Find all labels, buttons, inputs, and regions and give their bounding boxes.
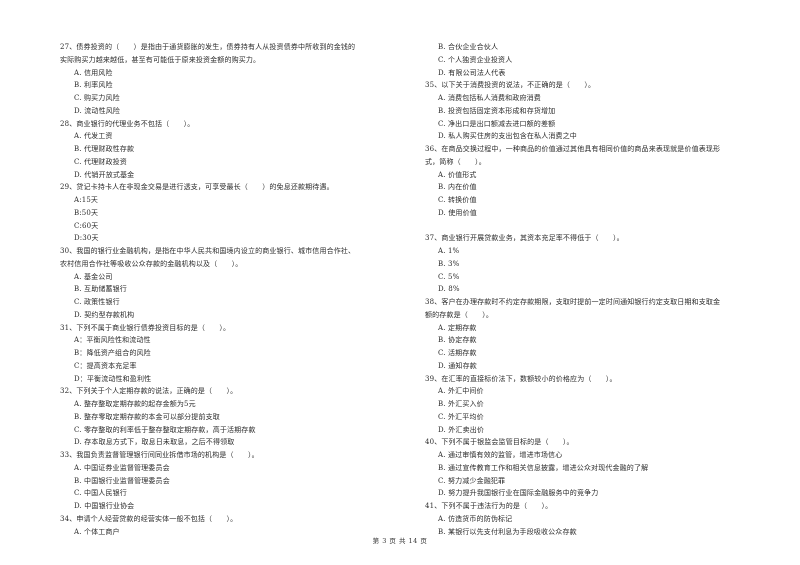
question-text: 实际购买力越来越低，甚至有可能低于原来投资金额的购买力。 [60,55,261,64]
left-column: 27、债券投资的（ ）是指由于通货膨胀的发生，债券持有人从投资债券中所收到的金钱… [60,41,405,538]
answer-option: C. 外汇平均价 [438,412,484,421]
answer-option: B:50天 [74,208,99,217]
question-text: 31、下列不属于商业银行债券投资目标的是（ ）。 [60,323,231,332]
answer-option: A:15天 [74,196,99,204]
answer-option: B. 整存零取定期存款的本金可以部分提前支取 [74,412,220,421]
answer-option: B. 内在价值 [438,183,477,192]
answer-option: D. 存本取息方式下，取息日未取息，之后不得领取 [74,438,235,447]
answer-option: D. 使用价值 [438,208,477,217]
answer-option: C. 5% [438,272,460,281]
answer-option: D. 中国银行业协会 [74,502,135,510]
question-text: 30、我国的银行业金融机构，是指在中华人民共和国境内设立的商业银行、城市信用合作… [60,247,356,255]
answer-option: D. 流动性风险 [74,106,121,115]
answer-option: A. 消费包括私人消费和政府消费 [438,94,541,102]
answer-option: A. 代发工资 [74,132,113,141]
answer-option: D：平衡流动性和盈利性 [74,374,152,383]
answer-option: D:30天 [74,234,99,243]
question-text: 36、在商品交换过程中，一种商品的价值通过其他具有相同价值的商品来表现就是价值表… [425,145,721,153]
answer-option: C. 购买力风险 [74,94,120,102]
question-text: 37、商业银行开展贷款业务，其资本充足率不得低于（ ）。 [425,234,624,243]
answer-option: D. 努力提升我国银行业在国际金融服务中的竞争力 [438,489,599,498]
answer-option: C. 活期存款 [438,349,477,357]
page-footer: 第 3 页 共 14 页 [372,537,428,545]
question-text: 农村信用合作社等吸收公众存款的金融机构以及（ ）。 [60,259,243,268]
answer-option: A. 仿造货币的防伪标记 [438,514,513,523]
answer-option: C. 净出口是出口额减去进口额的差额 [438,119,556,128]
question-text: 额的存款是（ ）。 [425,310,493,319]
answer-option: D. 私人购买住房的支出包含在私人消费之中 [438,132,577,141]
question-text: 式，简称（ ）。 [425,157,486,166]
answer-option: C. 代理财政投资 [74,157,127,166]
question-text: 38、客户在办理存款时不约定存款期限，支取时提前一定时间通知银行约定支取日期和支… [425,298,721,306]
answer-option: A. 中国证券业监督管理委员会 [74,463,170,472]
answer-option: B. 投资包括固定资本形成和存货增加 [438,106,556,115]
question-text: 39、在汇率的直接标价法下，数额较小的价格应为（ ）。 [425,374,617,383]
answer-option: B. 中国银行业监督管理委员会 [74,476,170,485]
question-text: 41、下列不属于违法行为的是（ ）。 [425,502,553,510]
answer-option: A. 外汇中间价 [438,387,484,396]
answer-option: A. 基金公司 [74,272,113,281]
answer-option: B. 合伙企业合伙人 [438,43,499,51]
answer-option: B. 互助储蓄银行 [74,285,127,294]
answer-option: C：提高资本充足率 [74,361,137,370]
question-text: 35、以下关于消费投资的说法，不正确的是（ ）。 [425,81,596,90]
answer-option: A. 整存整取定期存款的起存金额为5元 [74,400,196,408]
answer-option: A. 定期存款 [438,323,477,332]
answer-option: A. 1% [438,247,460,255]
answer-option: B：降低资产组合的风险 [74,349,151,357]
answer-option: B. 外汇买入价 [438,400,484,408]
answer-option: A：平衡风险性和流动性 [74,336,151,345]
answer-option: B. 通过宣传教育工作和相关信息披露，增进公众对现代金融的了解 [438,463,649,472]
answer-option: B. 利率风险 [74,81,113,90]
answer-option: B. 代理财政性存款 [74,145,135,153]
answer-option: C. 个人独资企业投资人 [438,55,513,64]
question-text: 33、我国负责监督管理银行间同业拆借市场的机构是（ ）。 [60,451,259,459]
question-text: 32、下列关于个人定期存款的说法，正确的是（ ）。 [60,387,238,396]
right-column: B. 合伙企业合伙人 C. 个人独资企业投资人 D. 有限公司法人代表 35、以下关于… [425,41,775,538]
answer-option: C. 努力减少金融犯罪 [438,476,506,485]
question-text: 27、债券投资的（ ）是指由于通货膨胀的发生，债券持有人从投资债券中所收到的金钱… [60,43,356,51]
answer-option: C. 中国人民银行 [74,489,127,498]
question-text: 29、贷记卡持卡人在非现金交易是进行透支，可享受最长（ ）的免息还款期待遇。 [60,183,334,192]
answer-option: A. 价值形式 [438,170,477,179]
answer-option: D. 代销开放式基金 [74,170,135,179]
question-text: 28、商业银行的代理业务不包括（ ）。 [60,119,195,128]
answer-option: A. 信用风险 [74,68,113,77]
answer-option: D. 外汇卖出价 [438,425,485,434]
answer-option: D. 契约型存款机构 [74,310,135,319]
answer-option: C. 零存整取的利率低于整存整取定期存款，高于活期存款 [74,425,256,434]
answer-option: C. 政策性银行 [74,298,120,306]
answer-option: A. 通过审慎有效的监管，增进市场信心 [438,451,563,459]
answer-option: B. 3% [438,259,460,268]
question-text: 40、下列不属于银监会监管目标的是（ ）。 [425,438,574,447]
answer-option: C. 转换价值 [438,196,477,204]
answer-option: D. 通知存款 [438,361,477,370]
answer-option: D. 8% [438,285,460,294]
question-text: 34、申请个人经营贷款的经营实体一般不包括（ ）。 [60,514,238,523]
answer-option: C:60天 [74,221,99,230]
answer-option: D. 有限公司法人代表 [438,68,506,77]
answer-option: B. 协定存款 [438,336,477,345]
